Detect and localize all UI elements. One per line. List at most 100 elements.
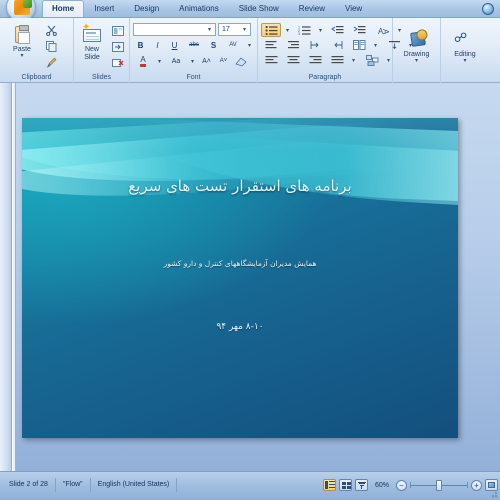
text-align-rtl-icon [333,41,342,49]
layout-button[interactable] [109,23,126,38]
numbering-button[interactable]: 1 2 3 [294,23,314,37]
slide-title[interactable]: برنامه های استقرار تست های سریع [22,176,458,196]
font-color-button[interactable]: A [133,54,153,68]
cut-button[interactable] [43,23,60,38]
zoom-tick [467,481,468,488]
text-shadow-button[interactable]: S [206,38,221,52]
copy-icon [46,41,57,52]
help-icon[interactable] [482,3,494,15]
view-slide-show-button[interactable] [355,479,368,491]
new-slide-icon: ✦ [81,23,103,46]
chevron-down-icon: ▾ [318,27,322,34]
underline-button[interactable]: U [167,38,182,52]
slide-date[interactable]: ۸-۱۰ مهر ۹۴ [22,321,458,334]
rtl-button[interactable] [283,38,303,52]
resize-grip[interactable] [488,488,498,498]
status-bar-content: Slide 2 of 28 "Flow" English (United Sta… [2,478,498,492]
grow-font-button[interactable]: A˄ [199,54,214,68]
smartart-icon [365,54,378,66]
font-row-3: A ▾ Aa ▾ A˄ A˅ [133,54,248,68]
clear-formatting-button[interactable] [233,54,248,68]
columns-button[interactable] [349,38,369,52]
italic-button[interactable]: I [150,38,165,52]
tab-design[interactable]: Design [124,0,169,17]
chevron-down-icon: ▾ [247,42,251,49]
slide-subtitle[interactable]: همایش مدیران آزمایشگاههای کنترل و دارو ک… [22,258,458,270]
copy-button[interactable] [43,39,60,54]
zoom-slider-handle[interactable] [436,479,442,491]
align-text-left-small-button[interactable] [305,38,325,52]
zoom-level[interactable]: 60% [371,482,393,489]
numbering-icon: 1 2 3 [298,25,310,35]
chevron-down-icon: ▾ [373,42,377,49]
text-direction-button[interactable]: A A [373,23,393,37]
format-painter-button[interactable] [43,55,60,70]
new-slide-button[interactable]: ✦ New Slide [77,21,107,63]
align-right-button[interactable] [305,53,325,67]
slide-counter[interactable]: Slide 2 of 28 [2,478,56,492]
zoom-tick [410,481,411,488]
editing-work-area: برنامه های استقرار تست های سریع همایش مد… [0,83,500,471]
chevron-down-icon: ▾ [285,27,289,34]
group-label-slides: Slides [91,74,112,81]
reset-button[interactable] [109,39,126,54]
justify-button[interactable] [327,53,347,67]
tab-slide-show[interactable]: Slide Show [229,0,289,17]
justify-icon [331,56,343,64]
editing-button[interactable]: ☍ Editing ▾ [445,26,485,65]
increase-indent-button[interactable] [349,23,369,37]
chevron-down-icon: ▾ [351,57,355,64]
paragraph-row-1: ▾ 1 2 3 ▾ A A ▾ [261,23,404,37]
view-normal-button[interactable] [323,479,336,491]
align-text-right-small-button[interactable] [327,38,347,52]
view-slide-sorter-button[interactable] [339,479,352,491]
tab-insert[interactable]: Insert [84,0,124,17]
character-spacing-button[interactable]: AV [223,38,243,52]
decrease-indent-button[interactable] [327,23,347,37]
tab-review[interactable]: Review [289,0,335,17]
ribbon-group-editing: ☍ Editing ▾ [441,18,489,83]
eraser-icon [234,57,247,66]
tab-animations[interactable]: Animations [169,0,229,17]
group-label-clipboard: Clipboard [21,74,52,81]
slide-canvas[interactable]: برنامه های استقرار تست های سریع همایش مد… [22,118,458,438]
text-direction-icon: A A [378,27,390,36]
align-center-icon [287,56,299,64]
scissors-icon [46,25,57,36]
align-left-button[interactable] [261,53,281,67]
group-label-drawing [396,72,437,83]
language-indicator[interactable]: English (United States) [91,478,178,492]
zoom-slider[interactable] [410,479,468,491]
font-row-1: ▾ 17 ▾ [133,23,251,36]
tab-view[interactable]: View [335,0,372,17]
shrink-font-button[interactable]: A˅ [216,54,231,68]
office-logo-icon [14,0,32,15]
slides-thumbnail-pane[interactable] [0,83,12,471]
ribbon: Paste ▾ Clipboard ✦ New Slide Slides ▾ 1… [0,18,500,83]
text-align-icon [310,41,319,49]
strikethrough-button[interactable]: abc [184,38,204,52]
font-name-combo[interactable]: ▾ [133,23,216,36]
align-center-button[interactable] [283,53,303,67]
tab-home[interactable]: Home [42,0,85,17]
zoom-in-button[interactable]: + [471,479,482,491]
bold-button[interactable]: B [133,38,148,52]
convert-to-smartart-button[interactable] [362,53,382,67]
ltr-button[interactable] [261,38,281,52]
change-case-button[interactable]: Aa [166,54,186,68]
slides-mini-buttons [109,21,126,70]
paste-button[interactable]: Paste ▾ [3,21,41,60]
ribbon-tab-bar: Home Insert Design Animations Slide Show… [0,0,500,22]
align-right-icon [309,56,321,64]
clipboard-icon [11,24,33,46]
svg-text:A: A [381,29,390,35]
ribbon-group-paragraph: ▾ 1 2 3 ▾ A A ▾ ▾ ▾ ▾ ▾ Paragraph [258,18,412,83]
drawing-button[interactable]: Drawing ▾ [397,26,437,65]
zoom-out-button[interactable]: − [396,479,407,491]
bullets-button[interactable] [261,23,281,37]
theme-name[interactable]: "Flow" [56,478,91,492]
delete-slide-button[interactable] [109,55,126,70]
reset-icon [111,41,124,52]
font-size-combo[interactable]: 17 ▾ [218,23,251,36]
pane-splitter[interactable] [12,83,16,471]
